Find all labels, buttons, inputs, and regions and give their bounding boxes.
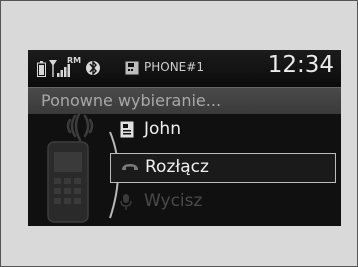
roaming-indicator: RM [67,56,82,65]
battery-icon [37,61,46,77]
list-item-contact[interactable]: John [110,116,334,144]
bluetooth-icon [86,60,100,76]
phone-device-icon [125,61,139,75]
hang-up-button[interactable]: Rozłącz [110,153,336,183]
figure-frame: RM PHONE#1 12:34 Ponowne wybieranie... J… [0,0,358,267]
title-bar: Ponowne wybieranie... [28,87,341,114]
page-title: Ponowne wybieranie... [41,91,222,110]
status-bar: RM PHONE#1 12:34 [28,50,341,87]
hang-up-label: Rozłącz [145,157,209,177]
phone-screen: RM PHONE#1 12:34 Ponowne wybieranie... J… [28,50,341,226]
contact-name: John [144,119,181,139]
mute-label: Wycisz [144,191,203,211]
clock: 12:34 [267,52,334,78]
mute-button[interactable]: Wycisz [110,188,334,216]
contact-card-icon [120,121,134,138]
microphone-mute-icon [120,194,132,210]
hang-up-icon [122,164,138,170]
phone-label: PHONE#1 [144,60,204,74]
